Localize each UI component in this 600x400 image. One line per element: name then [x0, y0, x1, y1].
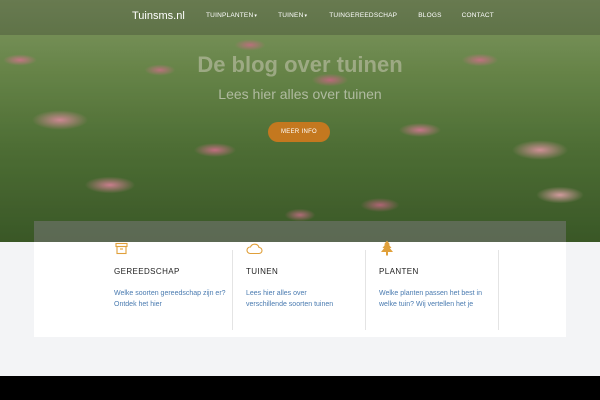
- nav-item-blogs[interactable]: BLOGS: [418, 12, 441, 19]
- card-title: PLANTEN: [379, 267, 419, 276]
- hero-subtitle: Lees hier alles over tuinen: [218, 86, 382, 102]
- nav-item-tuinen[interactable]: TUINEN ▾: [278, 12, 307, 19]
- chevron-down-icon: ▾: [254, 12, 258, 19]
- meer-info-button[interactable]: MEER INFO: [268, 122, 330, 142]
- nav-label: TUINEN: [278, 12, 304, 19]
- card-title: GEREEDSCHAP: [114, 267, 180, 276]
- hero-shade: [0, 0, 600, 242]
- hero-section: [0, 0, 600, 242]
- card-text[interactable]: Lees hier alles over verschillende soort…: [246, 288, 346, 310]
- archive-box-icon: [115, 242, 129, 256]
- nav-item-contact[interactable]: CONTACT: [462, 12, 494, 19]
- navbar: Tuinsms.nl TUINPLANTEN ▾ TUINEN ▾ TUINGERE…: [0, 0, 600, 35]
- card-divider: [232, 250, 233, 330]
- nav-label: CONTACT: [461, 12, 494, 19]
- card-divider: [498, 250, 499, 330]
- cards-panel-overlay: [34, 221, 566, 242]
- nav-item-tuingereedschap[interactable]: TUINGEREEDSCHAP: [329, 12, 397, 19]
- nav-label: TUINGEREEDSCHAP: [329, 12, 398, 19]
- footer: [0, 376, 600, 400]
- tree-icon: [380, 240, 394, 256]
- chevron-down-icon: ▾: [304, 12, 308, 19]
- card-text[interactable]: Welke planten passen het best in welke t…: [379, 288, 499, 310]
- nav-item-tuinplanten[interactable]: TUINPLANTEN ▾: [206, 12, 257, 19]
- card-text[interactable]: Welke soorten gereedschap zijn er? Ontde…: [114, 288, 226, 310]
- nav-label: BLOGS: [418, 12, 442, 19]
- card-divider: [365, 250, 366, 330]
- card-title: TUINEN: [246, 267, 279, 276]
- site-logo[interactable]: Tuinsms.nl: [132, 10, 185, 22]
- main-nav: TUINPLANTEN ▾ TUINEN ▾ TUINGEREEDSCHAP BLO…: [206, 12, 516, 19]
- hero-title: De blog over tuinen: [197, 52, 403, 77]
- cloud-icon: [246, 242, 264, 256]
- nav-label: TUINPLANTEN: [206, 12, 254, 19]
